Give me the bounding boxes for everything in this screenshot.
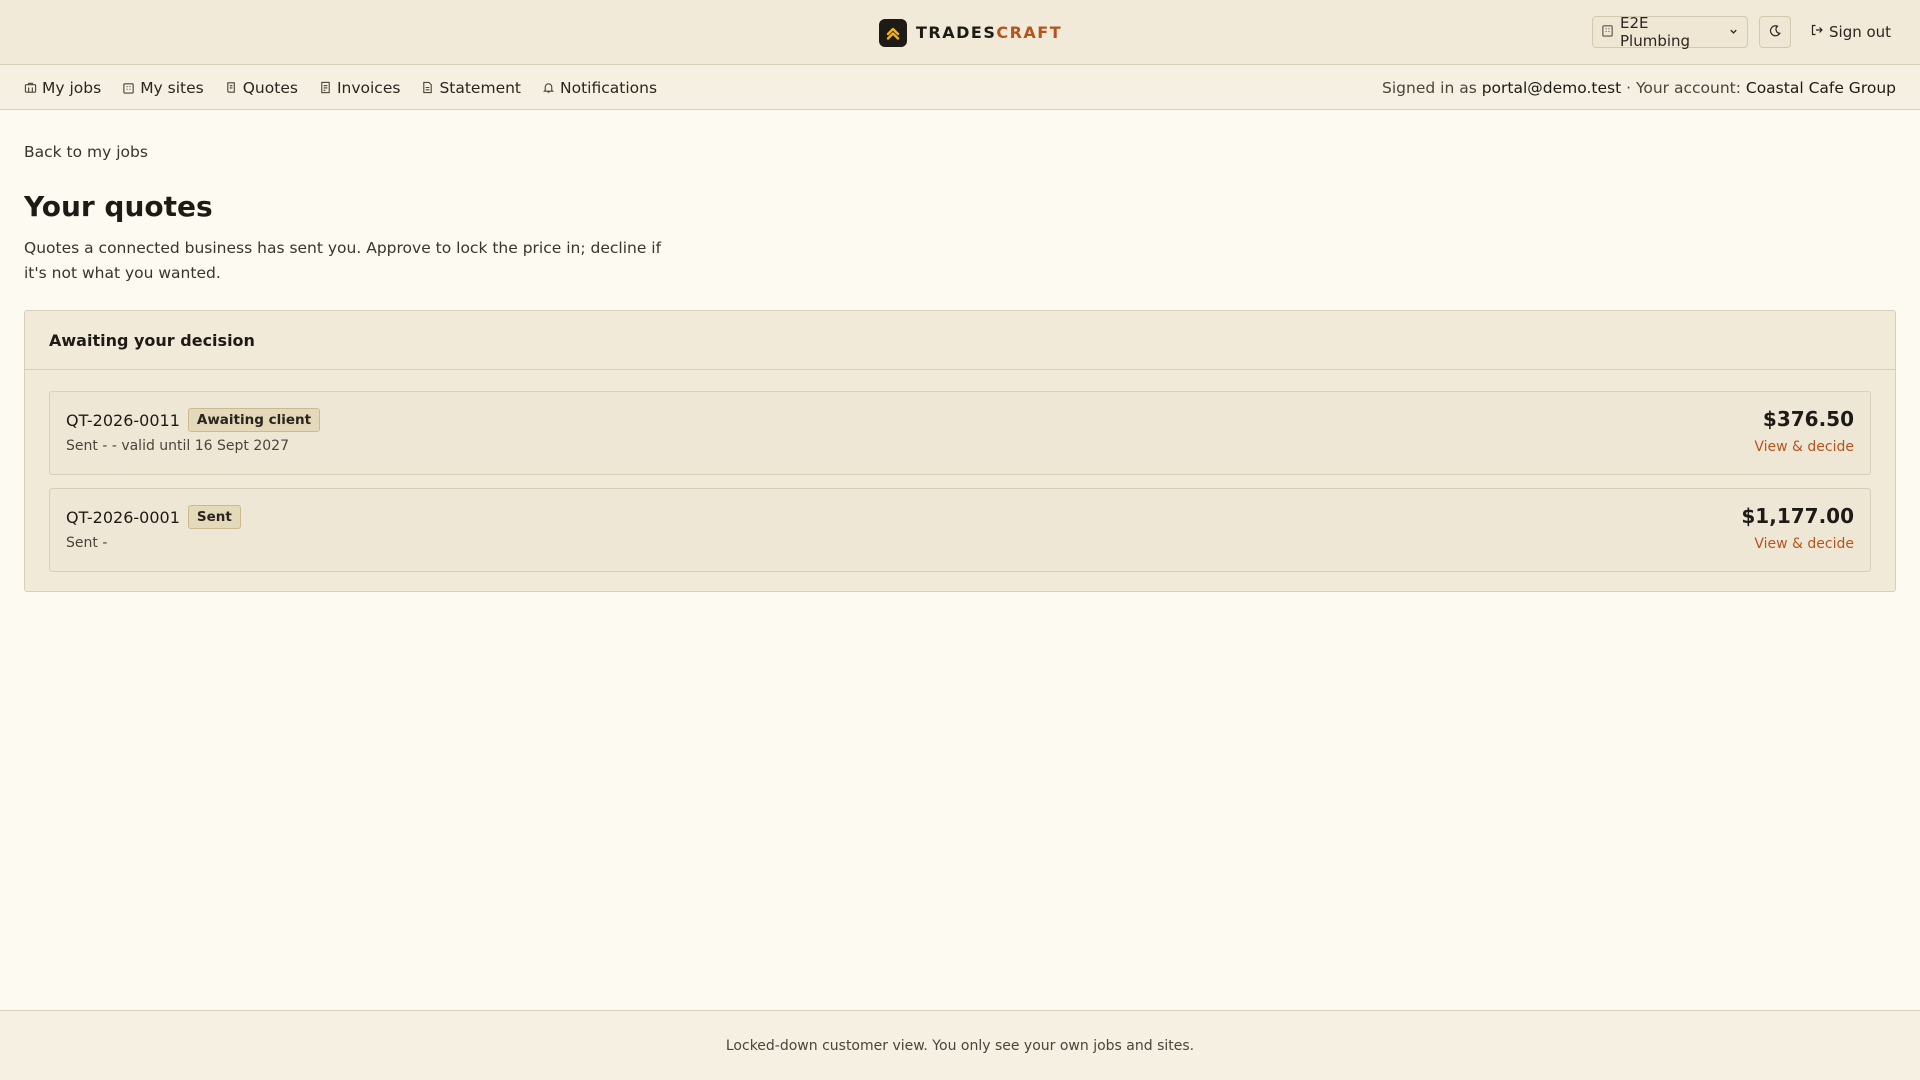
panel-title: Awaiting your decision <box>25 311 1895 370</box>
sign-out-button[interactable]: Sign out <box>1810 16 1891 48</box>
tenant-select-label: E2E Plumbing <box>1620 14 1691 50</box>
theme-toggle-button[interactable] <box>1759 16 1791 48</box>
brand-name-part2: CRAFT <box>996 23 1063 42</box>
account-info: Signed in as portal@demo.test · Your acc… <box>1382 65 1896 110</box>
nav-item-label: Quotes <box>242 78 298 97</box>
brand-name: TRADESCRAFT <box>916 23 1062 42</box>
document-icon <box>421 81 434 94</box>
quote-number: QT-2026-0001 <box>66 507 180 527</box>
nav-item-notifications[interactable]: Notifications <box>542 79 657 97</box>
nav-item-label: Statement <box>439 78 522 97</box>
scroll-icon <box>225 81 238 94</box>
quote-amount: $376.50 <box>1762 407 1854 431</box>
page-title: Your quotes <box>24 190 213 223</box>
building-icon <box>1601 23 1614 41</box>
nav-item-label: My sites <box>140 78 204 97</box>
nav-item-quotes[interactable]: Quotes <box>225 79 298 97</box>
chevrons-up-icon <box>879 18 907 47</box>
account-name: Coastal Cafe Group <box>1745 78 1896 97</box>
top-header: TRADESCRAFT E2E Plumbing Sign out <box>0 0 1920 65</box>
nav-item-my-sites[interactable]: My sites <box>122 79 204 97</box>
quote-subtitle: Sent - - valid until 16 Sept 2027 <box>66 438 289 454</box>
tenant-select[interactable]: E2E Plumbing <box>1592 14 1748 50</box>
footer-text: Locked-down customer view. You only see … <box>725 1037 1195 1054</box>
nav-item-label: Notifications <box>560 78 658 97</box>
quote-number-line: QT-2026-0001 Sent <box>66 505 241 529</box>
quote-number: QT-2026-0011 <box>66 410 180 430</box>
brand-logo-link[interactable]: TRADESCRAFT <box>879 18 1062 47</box>
view-decide-link[interactable]: View & decide <box>1754 439 1854 455</box>
nav-item-my-jobs[interactable]: My jobs <box>24 79 101 97</box>
quote-number-line: QT-2026-0011 Awaiting client <box>66 408 321 432</box>
quote-amount: $1,177.00 <box>1741 504 1854 528</box>
receipt-icon <box>319 81 332 94</box>
signed-in-email: portal@demo.test <box>1481 78 1622 97</box>
nav-item-label: Invoices <box>336 78 401 97</box>
brand-name-part1: TRADES <box>916 23 997 42</box>
moon-icon <box>1768 23 1782 42</box>
footer: Locked-down customer view. You only see … <box>0 1010 1920 1080</box>
nav-item-label: My jobs <box>42 78 102 97</box>
status-badge: Sent <box>187 505 241 529</box>
status-badge: Awaiting client <box>187 408 321 432</box>
building-icon <box>122 81 135 94</box>
view-decide-link[interactable]: View & decide <box>1754 536 1854 552</box>
nav-item-statement[interactable]: Statement <box>421 79 521 97</box>
quote-row[interactable]: QT-2026-0001 Sent Sent - $1,177.00 View … <box>49 488 1871 572</box>
signed-in-prefix: Signed in as <box>1382 78 1482 97</box>
bell-icon <box>542 81 555 94</box>
account-prefix: · Your account: <box>1621 78 1746 97</box>
page-description: Quotes a connected business has sent you… <box>24 239 662 282</box>
sign-out-label: Sign out <box>1829 23 1892 41</box>
chevron-down-icon <box>1728 23 1739 41</box>
log-out-icon <box>1810 23 1824 41</box>
quote-subtitle: Sent - <box>66 535 108 551</box>
quote-row[interactable]: QT-2026-0011 Awaiting client Sent - - va… <box>49 391 1871 475</box>
back-to-jobs-link[interactable]: Back to my jobs <box>24 143 148 161</box>
main-nav: My jobs My sites Quotes Invoices Stateme… <box>0 65 1920 110</box>
nav-item-invoices[interactable]: Invoices <box>319 78 401 97</box>
briefcase-icon <box>24 81 37 94</box>
awaiting-decision-panel: Awaiting your decision QT-2026-0011 Awai… <box>24 310 1896 592</box>
